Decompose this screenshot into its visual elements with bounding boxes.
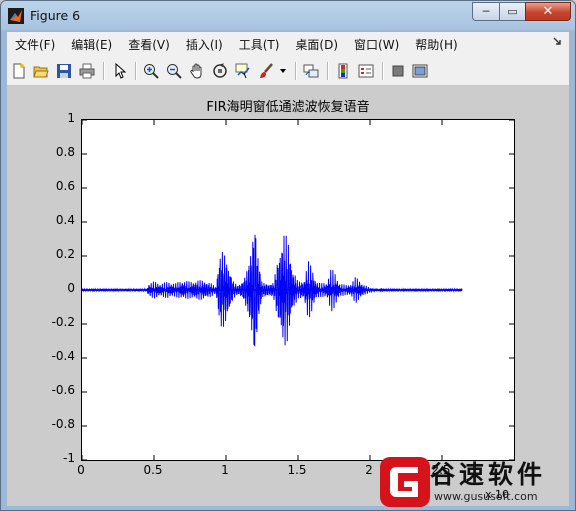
window-controls: ─ ▭ ✕ <box>472 2 571 22</box>
rotate-3d-icon <box>213 63 227 78</box>
y-tick-label: 0.8 <box>55 145 75 159</box>
menu-desktop[interactable]: 桌面(D) <box>287 36 346 53</box>
edit-plot-button[interactable] <box>110 61 130 81</box>
toolbar-separator <box>327 62 329 80</box>
y-tick-label: -0.6 <box>51 383 75 397</box>
print-button[interactable] <box>77 61 97 81</box>
y-tick-label: 1 <box>67 111 75 125</box>
brush-dropdown-icon <box>280 69 286 73</box>
toolbar-separator <box>103 62 105 80</box>
save-button[interactable] <box>54 61 74 81</box>
edit-plot-arrow-icon <box>115 63 127 79</box>
legend-button[interactable] <box>356 61 376 81</box>
figure-window: Figure 6 ─ ▭ ✕ 文件(F) 编辑(E) 查看(V) 插入(I) 工… <box>0 0 576 511</box>
y-tick-label: -0.2 <box>51 315 75 329</box>
watermark-brand: 谷速软件 <box>430 460 547 489</box>
y-tick-label: 0.4 <box>55 213 75 227</box>
maximize-icon: ▭ <box>507 5 518 18</box>
data-cursor-icon <box>235 63 250 79</box>
minimize-icon: ─ <box>482 5 490 18</box>
link-plot-button[interactable] <box>301 61 321 81</box>
x-tick-label: 1 <box>221 463 229 477</box>
hide-plot-tools-button[interactable] <box>388 61 408 81</box>
brush-dropdown-button[interactable] <box>278 61 288 81</box>
watermark: 谷速软件 www.gususoft.com <box>378 452 576 511</box>
pan-hand-icon <box>190 63 202 79</box>
menu-tools[interactable]: 工具(T) <box>231 36 288 53</box>
plot-axes[interactable] <box>81 119 515 461</box>
maximize-button[interactable]: ▭ <box>499 2 525 21</box>
plot-title: FIR海明窗低通滤波恢复语音 <box>206 100 370 115</box>
x-tick-label: 0 <box>77 463 85 477</box>
menu-overflow-arrow-icon[interactable] <box>553 37 563 47</box>
toolbar-separator <box>135 62 137 80</box>
zoom-in-icon <box>144 64 159 79</box>
menu-window[interactable]: 窗口(W) <box>346 36 407 53</box>
brush-button[interactable] <box>256 61 276 81</box>
gususoft-logo-icon <box>380 457 430 507</box>
brush-icon <box>260 63 273 78</box>
zoom-out-icon <box>167 64 182 79</box>
title-bar[interactable]: Figure 6 ─ ▭ ✕ <box>1 1 575 31</box>
zoom-in-button[interactable] <box>141 61 161 81</box>
toolbar-separator <box>295 62 297 80</box>
zoom-out-button[interactable] <box>164 61 184 81</box>
figure-toolbar <box>7 56 569 86</box>
toolbar-separator <box>382 62 384 80</box>
open-file-icon <box>33 66 49 78</box>
y-tick-label: 0.2 <box>55 247 75 261</box>
y-tick-label: 0 <box>67 281 75 295</box>
link-plot-icon <box>303 64 319 78</box>
rotate-3d-button[interactable] <box>210 61 230 81</box>
new-figure-button[interactable] <box>9 61 29 81</box>
minimize-button[interactable]: ─ <box>472 2 499 21</box>
show-plot-tools-button[interactable] <box>410 61 430 81</box>
colorbar-button[interactable] <box>333 61 353 81</box>
menu-file[interactable]: 文件(F) <box>7 36 63 53</box>
y-tick-label: 0.6 <box>55 179 75 193</box>
matlab-logo-icon <box>8 8 24 24</box>
x-tick-label: 1.5 <box>287 463 307 477</box>
show-plot-tools-icon <box>412 64 428 78</box>
figure-canvas: FIR海明窗低通滤波恢复语音 1 0.8 0.6 0.4 0.2 0 -0.2 -0.4 -0.… <box>7 86 569 506</box>
open-file-button[interactable] <box>31 61 51 81</box>
hide-plot-tools-icon <box>392 65 404 77</box>
close-button[interactable]: ✕ <box>525 2 571 21</box>
menu-help[interactable]: 帮助(H) <box>407 36 465 53</box>
menu-edit[interactable]: 编辑(E) <box>63 36 120 53</box>
window-title: Figure 6 <box>30 8 81 23</box>
x-tick-label: 0.5 <box>143 463 163 477</box>
menu-view[interactable]: 查看(V) <box>120 36 178 53</box>
legend-icon <box>358 64 374 78</box>
data-cursor-button[interactable] <box>233 61 253 81</box>
menu-bar: 文件(F) 编辑(E) 查看(V) 插入(I) 工具(T) 桌面(D) 窗口(W… <box>7 32 569 56</box>
waveform-chart <box>82 120 514 460</box>
menu-insert[interactable]: 插入(I) <box>178 36 231 53</box>
y-tick-label: -0.8 <box>51 417 75 431</box>
save-icon <box>57 64 71 78</box>
new-figure-icon <box>13 63 25 79</box>
watermark-url: www.gususoft.com <box>434 490 538 503</box>
colorbar-icon <box>338 63 348 79</box>
pan-button[interactable] <box>187 61 207 81</box>
y-tick-label: -0.4 <box>51 349 75 363</box>
close-icon: ✕ <box>542 4 554 19</box>
print-icon <box>79 63 95 79</box>
